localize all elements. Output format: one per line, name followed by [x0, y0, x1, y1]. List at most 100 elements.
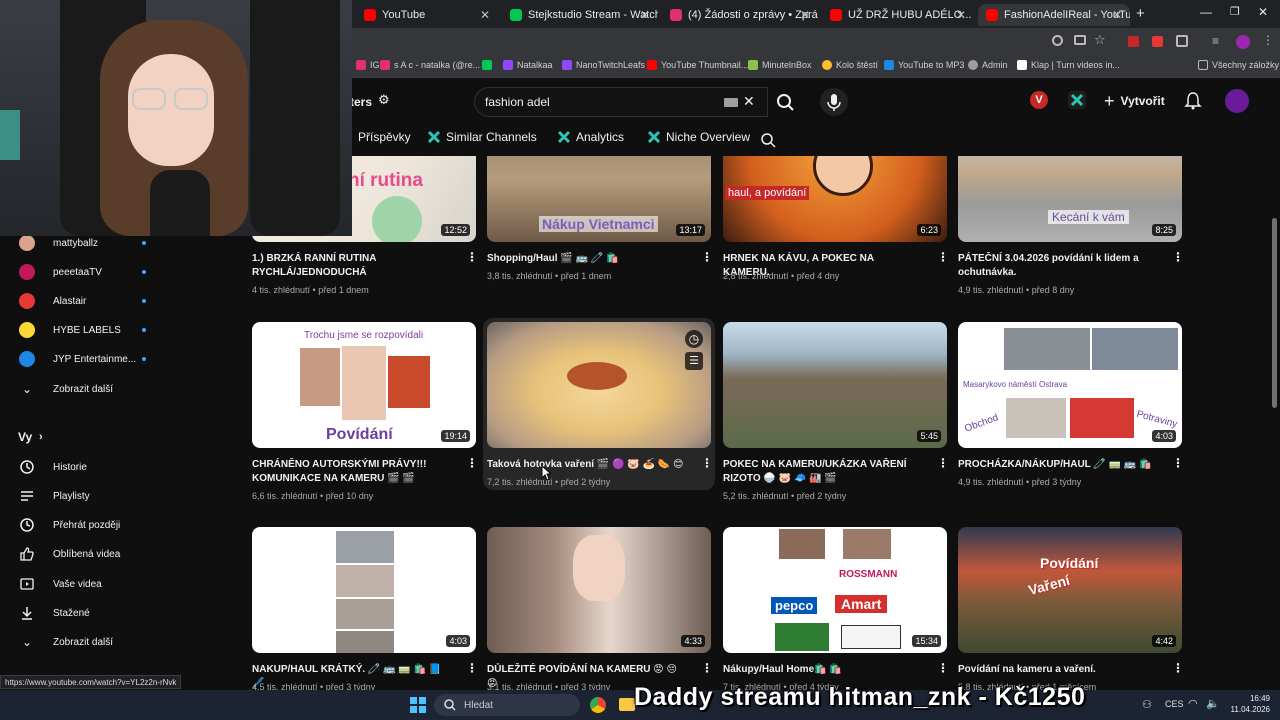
extensions-puzzle-icon[interactable] — [1176, 35, 1188, 47]
tab-youtube[interactable]: YouTube ✕ — [356, 4, 498, 26]
video-thumbnail[interactable]: Trochu jsme se rozpovídali Povídání 19:1… — [252, 322, 476, 448]
close-window-icon[interactable]: ✕ — [1258, 5, 1268, 19]
bookmark-item[interactable]: YouTube Thumbnail... — [647, 60, 748, 70]
video-thumbnail[interactable]: Povídání Vaření 4:42 — [958, 527, 1182, 653]
video-age: před 3 týdny — [1031, 477, 1082, 487]
zoom-icon[interactable] — [1052, 35, 1063, 46]
more-options-icon[interactable]: ⋮ — [701, 250, 713, 264]
more-options-icon[interactable]: ⋮ — [701, 456, 713, 470]
video-title[interactable]: POKEC NA KAMERU/UKÁZKA VAŘENÍ RIZOTO 🍚 🐷… — [723, 458, 923, 486]
more-options-icon[interactable]: ⋮ — [937, 456, 949, 470]
more-options-icon[interactable]: ⋮ — [466, 250, 478, 264]
bookmark-item[interactable]: MinutelnBox — [748, 60, 812, 70]
close-tab-icon[interactable]: ✕ — [800, 8, 810, 22]
watch-later-icon[interactable]: ◷ — [685, 330, 703, 348]
page-scrollbar[interactable] — [1272, 218, 1277, 408]
video-title[interactable]: Povídání na kameru a vaření. — [958, 663, 1158, 677]
video-thumbnail[interactable]: 4:03 — [252, 527, 476, 653]
video-thumbnail[interactable]: 5:45 — [723, 322, 947, 448]
browser-menu-icon[interactable]: ⋮ — [1262, 33, 1274, 47]
video-title[interactable]: Shopping/Haul 🎬 🚌 🧷 🛍️ — [487, 252, 687, 266]
video-thumbnail[interactable]: Nákup Vietnamci 13:17 — [487, 156, 711, 242]
bookmark-item[interactable]: Natalkaa — [503, 60, 553, 70]
volume-icon[interactable]: 🔈 — [1206, 697, 1220, 710]
tab-fashionadel[interactable]: FashionAdelIReal - YouTube ✕ — [978, 4, 1130, 26]
filter-sliders-icon[interactable]: ⚙ — [378, 92, 390, 108]
video-thumbnail[interactable]: Kecání k vám 8:25 — [958, 156, 1182, 242]
chrome-icon[interactable] — [590, 697, 606, 713]
profile-avatar[interactable] — [1236, 35, 1250, 49]
tab-youtube-video[interactable]: UŽ DRŽ HUBU ADÉLO... - YouTube ✕ — [822, 4, 974, 26]
all-bookmarks[interactable]: Všechny záložky — [1198, 60, 1279, 70]
language-indicator[interactable]: CES — [1165, 699, 1184, 709]
search-button[interactable] — [767, 87, 805, 117]
video-meta: 5,2 tis. zhlédnutí • před 2 týdny — [723, 491, 847, 501]
video-thumbnail[interactable]: ◷ ☰ — [487, 322, 711, 448]
video-title[interactable]: Taková hotovka vaření 🎬 🟣 🐷 🍝 🌭 😊 — [487, 458, 687, 472]
media-control-icon[interactable]: ≡ — [1212, 34, 1219, 48]
close-tab-icon[interactable]: ✕ — [1112, 8, 1122, 22]
bookmark-item[interactable]: Kolo štěstí — [822, 60, 878, 70]
video-title[interactable]: PÁTEČNÍ 3.04.2026 povídání k lidem a och… — [958, 252, 1158, 280]
bookmark-item[interactable]: YouTube to MP3 — [884, 60, 964, 70]
close-tab-icon[interactable]: ✕ — [480, 8, 490, 22]
video-title[interactable]: CHRÁNĚNO AUTORSKÝMI PRÁVY!!! KOMUNIKACE … — [252, 458, 452, 486]
clear-search-icon[interactable]: ✕ — [743, 93, 755, 110]
create-button[interactable]: + Vytvořit — [1104, 91, 1165, 111]
filters-label[interactable]: ters — [350, 95, 372, 109]
tab-stejkstudio[interactable]: Stejkstudio Stream - Watch Live ✕ — [502, 4, 658, 26]
video-duration: 8:25 — [1152, 224, 1176, 236]
bookmark-item[interactable] — [482, 60, 492, 70]
more-options-icon[interactable]: ⋮ — [1172, 661, 1184, 675]
file-explorer-icon[interactable] — [619, 698, 635, 711]
search-box[interactable]: fashion adel ✕ — [474, 87, 768, 117]
bookmark-star-icon[interactable]: ☆ — [1094, 32, 1106, 48]
keyboard-icon[interactable] — [724, 98, 738, 107]
bookmark-item[interactable]: s A c - natalka (@re... — [380, 60, 480, 70]
more-options-icon[interactable]: ⋮ — [466, 661, 478, 675]
more-options-icon[interactable]: ⋮ — [937, 661, 949, 675]
video-thumbnail[interactable]: Masarykovo náměstí Ostrava Obchod Potrav… — [958, 322, 1182, 448]
video-title[interactable]: PROCHÁZKA/NÁKUP/HAUL 🧷 🚃 🚌 🛍️ — [958, 458, 1158, 472]
video-title[interactable]: Nákupy/Haul Home🛍️ 🛍️ — [723, 663, 923, 677]
notifications-button[interactable] — [1184, 91, 1202, 116]
cast-icon[interactable] — [1074, 35, 1086, 45]
close-tab-icon[interactable]: ✕ — [640, 8, 650, 22]
more-options-icon[interactable]: ⋮ — [466, 456, 478, 470]
channel-search-icon[interactable] — [760, 132, 776, 148]
bookmark-item[interactable]: IG — [356, 60, 380, 70]
bookmark-item[interactable]: NanoTwitchLeafs — [562, 60, 645, 70]
more-options-icon[interactable]: ⋮ — [1172, 456, 1184, 470]
wifi-icon[interactable]: ◠ — [1188, 697, 1198, 710]
close-tab-icon[interactable]: ✕ — [956, 8, 966, 22]
tab-instagram[interactable]: (4) Žádosti o zprávy • Zprávy ✕ — [662, 4, 818, 26]
more-options-icon[interactable]: ⋮ — [701, 661, 713, 675]
tab-niche-overview[interactable]: Niche Overview — [647, 130, 750, 144]
add-to-queue-icon[interactable]: ☰ — [685, 352, 703, 370]
bookmark-item[interactable]: Klap | Turn videos in... — [1017, 60, 1120, 70]
extension-icon[interactable] — [1128, 36, 1139, 47]
more-options-icon[interactable]: ⋮ — [1172, 250, 1184, 264]
vidiq-v-icon[interactable]: V — [1030, 91, 1048, 109]
video-title[interactable]: 1.) BRZKÁ RANNÍ RUTINA RYCHLÁ/JEDNODUCHÁ — [252, 252, 452, 280]
search-input[interactable]: fashion adel — [485, 95, 550, 109]
more-options-icon[interactable]: ⋮ — [937, 250, 949, 264]
bookmark-item[interactable]: Admin — [968, 60, 1008, 70]
video-thumbnail[interactable]: 4:33 — [487, 527, 711, 653]
windows-start-icon[interactable] — [410, 697, 426, 713]
clock[interactable]: 16:49 11.04.2026 — [1226, 693, 1270, 715]
voice-search-button[interactable] — [820, 88, 848, 116]
account-avatar[interactable] — [1225, 89, 1249, 113]
video-thumbnail[interactable]: ROSSMANN pepco Amart 15:34 — [723, 527, 947, 653]
tab-posts[interactable]: Příspěvky — [358, 130, 411, 144]
network-icon[interactable]: ⚇ — [1142, 698, 1152, 711]
extension-icon[interactable] — [1152, 36, 1163, 47]
video-thumbnail[interactable]: haul, a povídání 6:23 — [723, 156, 947, 242]
tab-similar-channels[interactable]: Similar Channels — [427, 130, 537, 144]
new-tab-icon[interactable]: + — [1136, 5, 1145, 22]
restore-icon[interactable]: ❐ — [1230, 5, 1240, 18]
taskbar-search[interactable]: Hledat — [434, 694, 580, 716]
vidiq-extension-icon[interactable] — [1068, 91, 1086, 109]
minimize-icon[interactable]: — — [1200, 5, 1212, 19]
tab-analytics[interactable]: Analytics — [557, 130, 624, 144]
